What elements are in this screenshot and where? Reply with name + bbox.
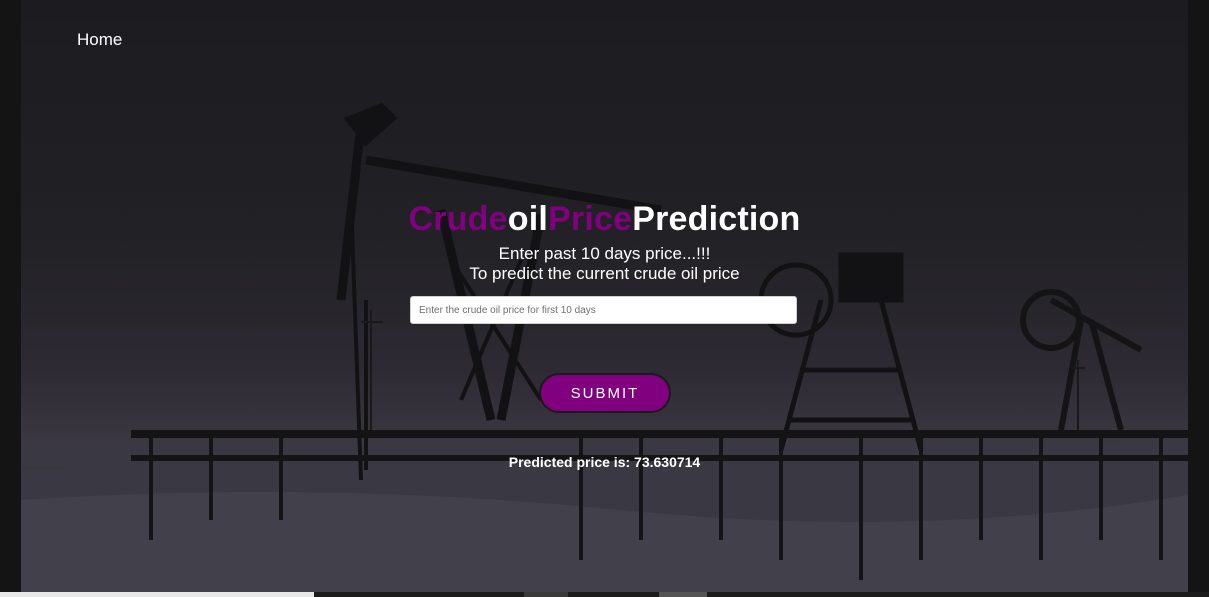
prediction-result: Predicted price is: 73.630714: [508, 454, 701, 470]
title-word-prediction: Prediction: [632, 200, 801, 238]
taskbar-strip: [0, 592, 1209, 597]
hero-background: Home CrudeoilPricePrediction Enter past …: [21, 0, 1188, 592]
hero-section: CrudeoilPricePrediction Enter past 10 da…: [21, 198, 1188, 284]
taskbar-segment: [0, 592, 314, 597]
subtitle-line-2: To predict the current crude oil price: [469, 264, 740, 283]
submit-button[interactable]: SUBMIT: [539, 373, 671, 413]
page-title: CrudeoilPricePrediction: [21, 198, 1188, 240]
subtitle-line-1: Enter past 10 days price...!!!: [498, 244, 711, 263]
taskbar-segment: [524, 592, 568, 597]
title-word-crude: Crude: [408, 200, 508, 238]
taskbar-segment: [659, 592, 707, 597]
price-input[interactable]: [410, 296, 797, 324]
home-nav-link[interactable]: Home: [77, 30, 122, 50]
title-word-price: Price: [548, 200, 633, 238]
title-word-oil: oil: [507, 200, 549, 238]
